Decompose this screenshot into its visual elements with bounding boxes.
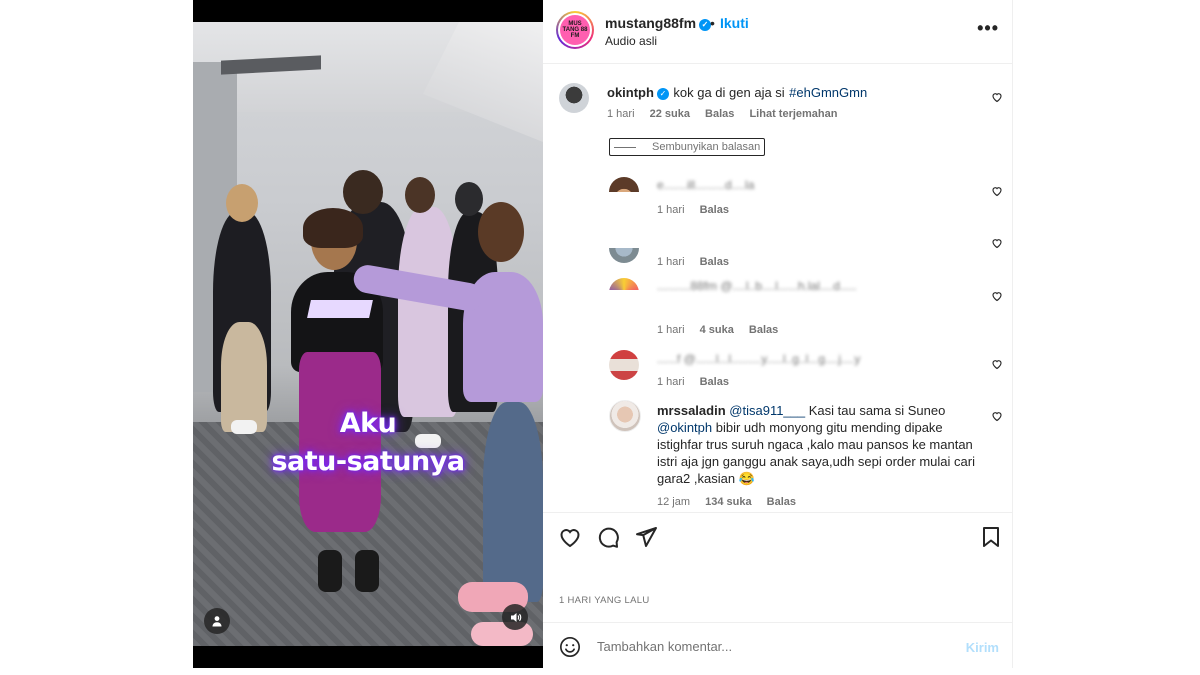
reply-likes[interactable]: 4 suka (700, 324, 734, 336)
heart-icon[interactable] (991, 185, 1003, 197)
separator-dot: • (710, 15, 715, 31)
reply-text-blurred: ..........88fm @....l..b....l......h.lal… (657, 279, 857, 293)
author-username[interactable]: mustang88fm ✓ (605, 15, 712, 31)
comments-list: okintph ✓ kok ga di gen aja si #ehGmnGmn … (543, 65, 1013, 512)
avatar[interactable] (559, 83, 589, 113)
post-video[interactable]: Aku satu-satunya (193, 0, 543, 668)
user-tag-icon[interactable] (204, 608, 230, 634)
comment-hashtag[interactable]: #ehGmnGmn (789, 85, 867, 100)
more-options-button[interactable]: ••• (977, 18, 999, 39)
heart-icon[interactable] (991, 410, 1003, 422)
reply-button[interactable]: Balas (767, 496, 796, 508)
heart-icon[interactable] (991, 237, 1003, 249)
follow-button[interactable]: Ikuti (720, 15, 749, 31)
speaker-icon[interactable] (502, 604, 528, 630)
avatar[interactable] (609, 350, 639, 380)
reply-time[interactable]: 1 hari (657, 324, 685, 336)
emoji-icon[interactable] (559, 636, 581, 658)
hide-replies-label: Sembunyikan balasan (652, 141, 761, 153)
post-timestamp[interactable]: 1 HARI YANG LALU (559, 595, 650, 606)
instagram-post-modal: Aku satu-satunya MUS TANG 88 FM mustang8… (0, 0, 1200, 675)
comment-icon[interactable] (596, 525, 620, 549)
comment-body: mrssaladin @tisa911___ Kasi tau sama si … (657, 402, 983, 487)
reply-meta: 1 hari 4 suka Balas (657, 324, 790, 336)
reply-button[interactable]: Balas (700, 376, 729, 388)
mention-link[interactable]: @okintph (657, 420, 712, 435)
bookmark-icon[interactable] (979, 525, 1003, 549)
heart-icon[interactable] (991, 290, 1003, 302)
video-caption-line1: Aku (339, 408, 397, 439)
comment-username[interactable]: okintph (607, 85, 654, 100)
reply-text-blurred: ......f @......l...l.........y.....l..g.… (657, 352, 861, 366)
heart-icon[interactable] (991, 358, 1003, 370)
comment-likes[interactable]: 22 suka (650, 108, 690, 120)
reply-button[interactable]: Balas (700, 204, 729, 216)
action-bar: 1 HARI YANG LALU (543, 512, 1013, 622)
share-icon[interactable] (634, 525, 658, 549)
reply-button[interactable]: Balas (705, 108, 734, 120)
comment-text: Kasi tau sama si Suneo (805, 403, 946, 418)
avatar[interactable] (609, 248, 639, 263)
comment-composer: Kirim (543, 622, 1013, 668)
video-caption-line2: satu-satunya (271, 446, 465, 477)
comment-likes[interactable]: 134 suka (705, 496, 751, 508)
heart-icon[interactable] (991, 91, 1003, 103)
avatar[interactable] (609, 177, 639, 192)
post-comment-button[interactable]: Kirim (966, 640, 999, 655)
reply-text-blurred: e.......ill.........d....la (657, 178, 755, 192)
heart-icon[interactable] (558, 525, 582, 549)
reply-button[interactable]: Balas (700, 256, 729, 268)
reply-time[interactable]: 1 hari (657, 376, 685, 388)
reply-time[interactable]: 1 hari (657, 256, 685, 268)
comment-body: okintph ✓ kok ga di gen aja si #ehGmnGmn (607, 84, 987, 102)
reply-meta: 1 hari Balas (657, 376, 741, 388)
avatar[interactable] (609, 400, 641, 432)
verified-badge-icon: ✓ (656, 88, 669, 100)
reply-meta: 1 hari Balas (657, 256, 741, 268)
comment-input[interactable] (597, 635, 947, 657)
hide-replies-button[interactable]: Sembunyikan balasan (609, 138, 766, 156)
comment-meta: 12 jam 134 suka Balas (657, 496, 808, 508)
comment-meta: 1 hari 22 suka Balas Lihat terjemahan (607, 108, 849, 120)
comment-username[interactable]: mrssaladin (657, 403, 726, 418)
comment-text: kok ga di gen aja si (673, 85, 785, 100)
translate-button[interactable]: Lihat terjemahan (749, 108, 837, 120)
mention-link[interactable]: @tisa911___ (729, 403, 805, 418)
reply-meta: 1 hari Balas (657, 204, 741, 216)
avatar[interactable]: MUS TANG 88 FM (556, 11, 594, 49)
avatar[interactable] (609, 278, 639, 290)
reply-button[interactable]: Balas (749, 324, 778, 336)
video-frame (193, 22, 543, 646)
audio-label[interactable]: Audio asli (605, 34, 657, 48)
comment-time[interactable]: 1 hari (607, 108, 635, 120)
comment-time[interactable]: 12 jam (657, 496, 690, 508)
author-username-text[interactable]: mustang88fm (605, 15, 696, 31)
brand-logo: MUS TANG 88 FM (560, 15, 590, 45)
reply-time[interactable]: 1 hari (657, 204, 685, 216)
post-side-panel: MUS TANG 88 FM mustang88fm ✓ • Ikuti Audi… (543, 0, 1013, 668)
post-header: MUS TANG 88 FM mustang88fm ✓ • Ikuti Audi… (543, 0, 1013, 64)
